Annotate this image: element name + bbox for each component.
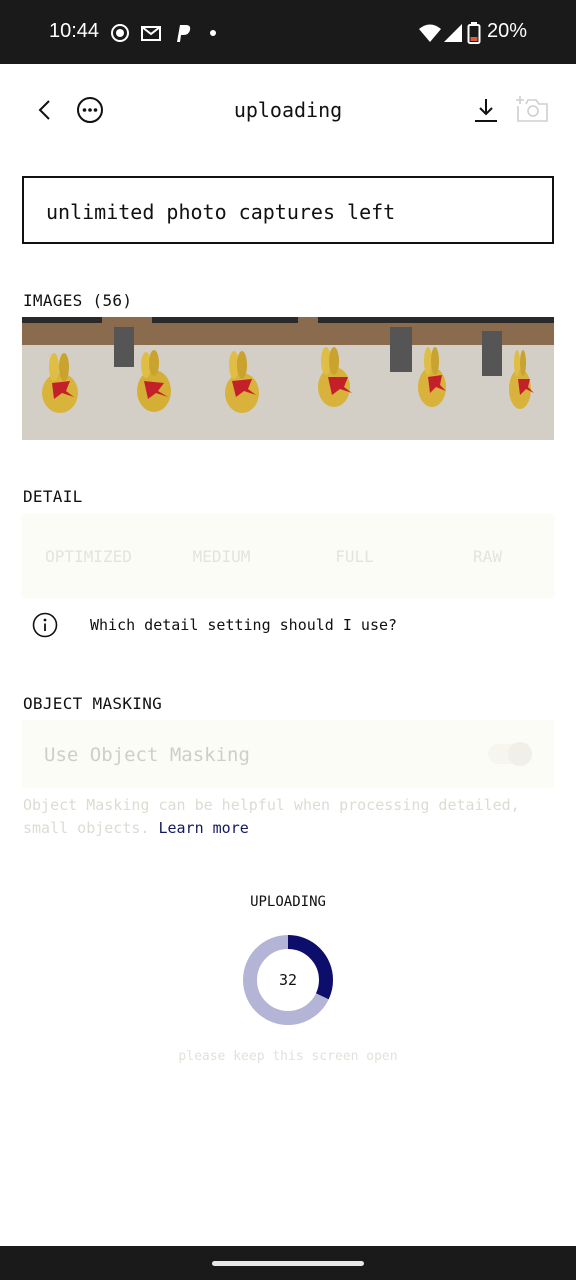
detail-help-link[interactable]: Which detail setting should I use? xyxy=(90,616,397,634)
battery-icon xyxy=(467,22,481,44)
toggle-knob xyxy=(508,742,532,766)
paypal-icon xyxy=(177,25,191,42)
captures-remaining-text: unlimited photo captures left xyxy=(46,200,396,224)
detail-option-optimized[interactable]: OPTIMIZED xyxy=(22,514,155,598)
status-bar: 10:44 20% xyxy=(0,0,576,64)
upload-progress-ring: 32 xyxy=(243,935,333,1025)
object-masking-row[interactable]: Use Object Masking xyxy=(22,720,554,788)
record-icon xyxy=(111,24,129,42)
signal-icon xyxy=(444,24,462,42)
image-thumbnail[interactable] xyxy=(298,317,390,440)
battery-percent: 20% xyxy=(487,20,528,42)
image-thumbnail[interactable] xyxy=(482,317,554,440)
progress-percent: 32 xyxy=(278,971,298,989)
image-thumbnail[interactable] xyxy=(206,317,298,440)
image-thumbnail[interactable] xyxy=(22,317,114,440)
upload-status-label: UPLOADING xyxy=(250,894,326,910)
mail-icon xyxy=(141,26,161,41)
learn-more-link[interactable]: Learn more xyxy=(158,819,248,837)
detail-selector: OPTIMIZED MEDIUM FULL RAW xyxy=(22,514,554,598)
object-masking-toggle[interactable] xyxy=(488,742,532,766)
detail-option-full[interactable]: FULL xyxy=(288,514,421,598)
image-strip[interactable] xyxy=(22,317,554,440)
masking-description: Object Masking can be helpful when proce… xyxy=(23,794,553,840)
detail-option-medium[interactable]: MEDIUM xyxy=(155,514,288,598)
add-camera-icon[interactable] xyxy=(514,94,550,124)
status-time: 10:44 xyxy=(49,20,100,42)
image-thumbnail[interactable] xyxy=(390,317,482,440)
navigation-bar xyxy=(0,1246,576,1280)
image-thumbnail[interactable] xyxy=(114,317,206,440)
captures-remaining-box: unlimited photo captures left xyxy=(22,176,554,244)
info-icon[interactable] xyxy=(32,612,58,638)
wifi-icon xyxy=(419,24,441,42)
home-handle[interactable] xyxy=(212,1261,364,1266)
download-icon[interactable] xyxy=(472,96,500,124)
detail-section-label: DETAIL xyxy=(23,487,83,506)
detail-option-raw[interactable]: RAW xyxy=(421,514,554,598)
masking-description-text: Object Masking can be helpful when proce… xyxy=(23,796,520,837)
masking-section-label: OBJECT MASKING xyxy=(23,694,163,713)
keep-open-note: please keep this screen open xyxy=(178,1049,398,1064)
images-section-label: IMAGES (56) xyxy=(23,291,133,310)
object-masking-label: Use Object Masking xyxy=(44,744,250,766)
notification-dot xyxy=(210,30,216,36)
